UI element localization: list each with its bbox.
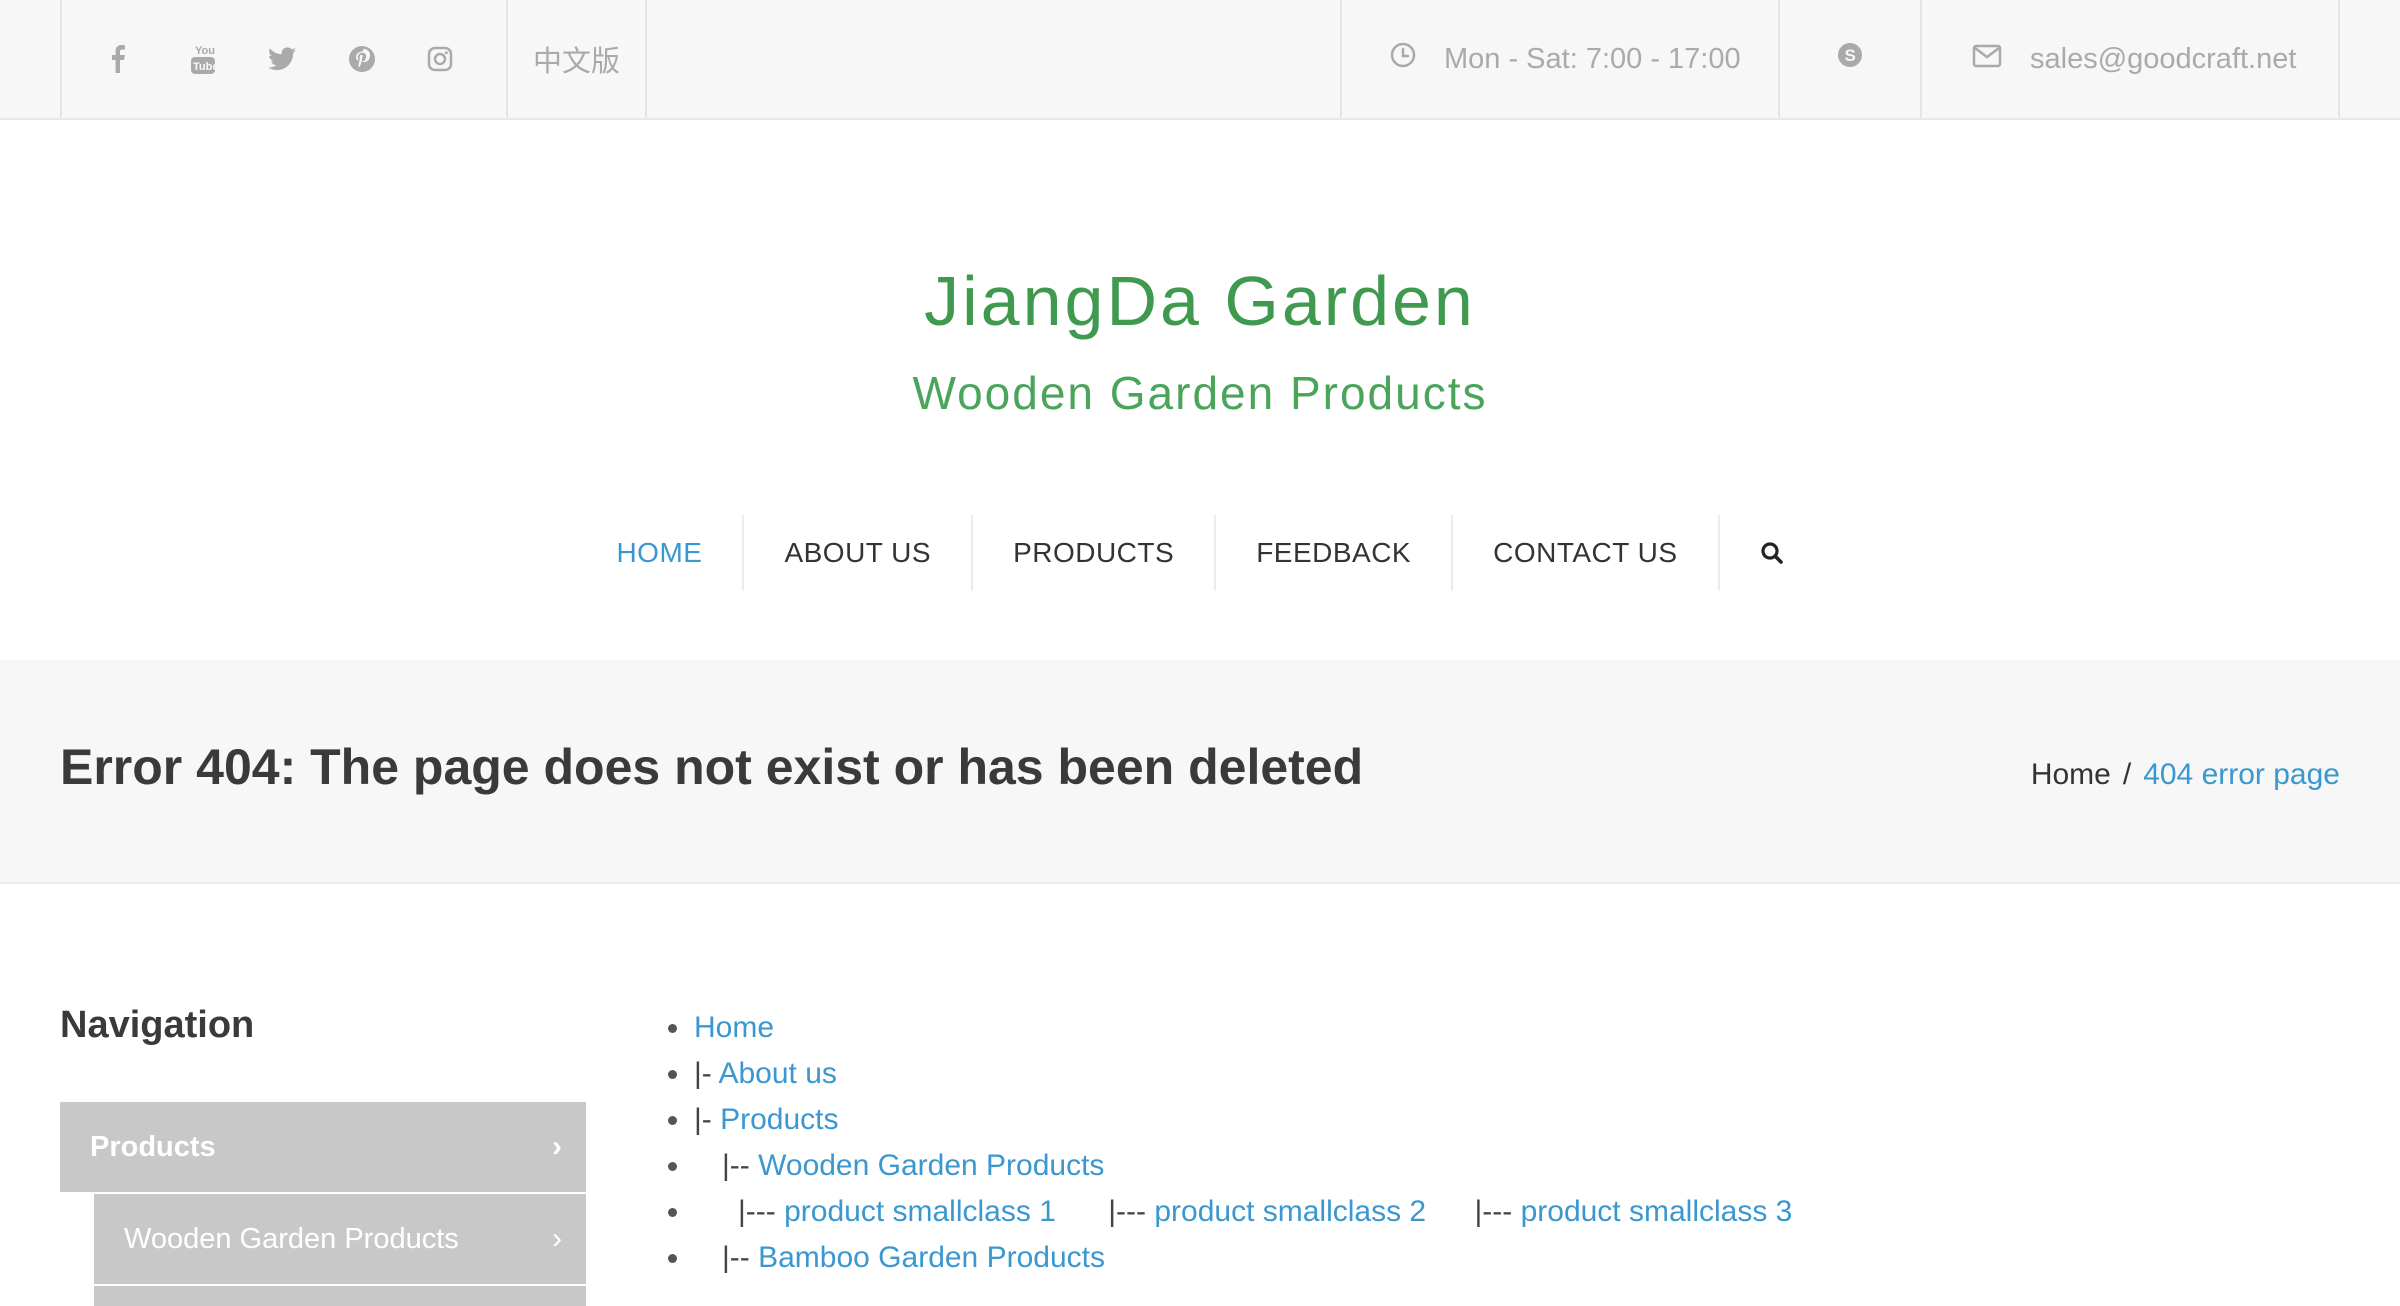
language-switch-link[interactable]: 中文版 (506, 0, 647, 118)
svg-text:Tube: Tube (193, 61, 217, 73)
sitemap-link-smallclass-3[interactable]: product smallclass 3 (1521, 1195, 1793, 1228)
nav-home[interactable]: HOME (576, 515, 745, 591)
email-contact[interactable]: sales@goodcraft.net (1920, 0, 2340, 118)
tree-prefix: |--- (1474, 1195, 1521, 1228)
breadcrumb-current[interactable]: 404 error page (2143, 758, 2340, 792)
svg-text:You: You (195, 45, 215, 57)
bullet-icon (668, 1254, 677, 1263)
skype-link[interactable]: S (1778, 0, 1920, 118)
instagram-icon[interactable] (427, 39, 506, 79)
social-links: You Tube (60, 0, 506, 118)
bullet-icon (668, 1070, 677, 1079)
business-hours: Mon - Sat: 7:00 - 17:00 (1340, 0, 1778, 118)
bullet-icon (668, 1024, 677, 1033)
clock-icon (1390, 42, 1416, 76)
svg-text:S: S (1845, 46, 1856, 65)
envelope-icon (1972, 43, 2002, 76)
tree-prefix: |- (694, 1057, 719, 1090)
pinterest-icon[interactable] (348, 39, 427, 79)
page-title: Error 404: The page does not exist or ha… (60, 739, 1364, 795)
sidebar-item-label: Wooden Garden Products (124, 1222, 459, 1255)
chevron-right-icon: › (552, 1222, 562, 1255)
breadcrumb: Home / 404 error page (2031, 758, 2340, 792)
sidebar-item-label: Products (90, 1130, 216, 1163)
nav-about-us[interactable]: ABOUT US (744, 515, 974, 591)
sitemap-link-bamboo-garden-products[interactable]: Bamboo Garden Products (758, 1241, 1105, 1274)
nav-products[interactable]: PRODUCTS (973, 515, 1217, 591)
youtube-icon[interactable]: You Tube (189, 39, 268, 79)
sitemap-link-smallclass-2[interactable]: product smallclass 2 (1154, 1195, 1426, 1228)
bullet-icon (668, 1208, 677, 1217)
twitter-icon[interactable] (268, 39, 347, 79)
page-title-band: Error 404: The page does not exist or ha… (0, 660, 2400, 884)
logo-subtitle: Wooden Garden Products (912, 367, 1488, 419)
chevron-right-icon: › (552, 1130, 562, 1163)
nav-feedback[interactable]: FEEDBACK (1216, 515, 1454, 591)
search-icon[interactable] (1720, 515, 1824, 591)
sitemap-link-home[interactable]: Home (694, 1011, 774, 1044)
breadcrumb-home[interactable]: Home (2031, 758, 2111, 792)
bullet-icon (668, 1162, 677, 1171)
tree-prefix: |--- (1108, 1195, 1155, 1228)
sitemap-link-about-us[interactable]: About us (718, 1057, 836, 1090)
sidebar-item-wooden-garden-products[interactable]: Wooden Garden Products › (94, 1194, 586, 1284)
bullet-icon (668, 1116, 677, 1125)
site-logo[interactable]: JiangDa Garden Wooden Garden Products (0, 118, 2400, 488)
email-address[interactable]: sales@goodcraft.net (2030, 43, 2296, 76)
sidebar-title: Navigation (60, 1004, 255, 1046)
skype-icon: S (1836, 41, 1864, 77)
tree-prefix: |-- (722, 1149, 759, 1182)
sitemap-link-products[interactable]: Products (720, 1103, 838, 1136)
language-switch-label: 中文版 (532, 46, 620, 78)
nav-contact-us[interactable]: CONTACT US (1453, 515, 1720, 591)
tree-prefix: |--- (738, 1195, 785, 1228)
sidebar-item-next[interactable] (94, 1286, 586, 1306)
logo-title: JiangDa Garden (924, 262, 1476, 340)
sitemap-link-smallclass-1[interactable]: product smallclass 1 (784, 1195, 1056, 1228)
business-hours-text: Mon - Sat: 7:00 - 17:00 (1444, 42, 1741, 75)
tree-prefix: |-- (722, 1241, 759, 1274)
top-bar: You Tube 中文版 Mon - Sat: 7:00 - 17:00 S s… (0, 0, 2400, 120)
facebook-icon[interactable] (110, 39, 189, 79)
main-navigation: HOME ABOUT US PRODUCTS FEEDBACK CONTACT … (0, 515, 2400, 591)
sitemap-link-wooden-garden-products[interactable]: Wooden Garden Products (758, 1149, 1104, 1182)
tree-prefix: |- (694, 1103, 721, 1136)
breadcrumb-separator: / (2122, 758, 2132, 791)
sidebar-item-products[interactable]: Products › (60, 1102, 586, 1192)
